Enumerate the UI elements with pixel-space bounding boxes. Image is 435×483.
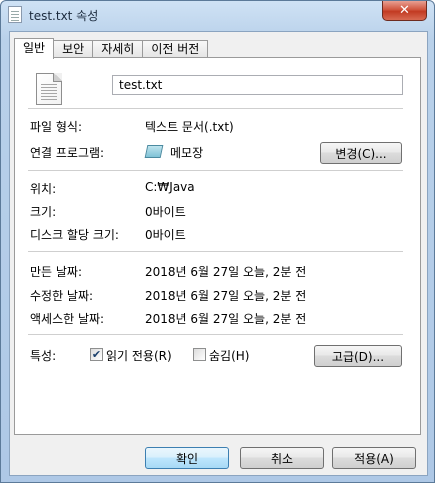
advanced-button[interactable]: 고급(D)... — [314, 345, 402, 367]
opens-with-value: 메모장 — [170, 146, 204, 160]
separator — [28, 170, 403, 171]
window-title: test.txt 속성 — [29, 9, 99, 23]
location-value: C:₩Java — [145, 180, 195, 194]
text-file-icon — [36, 73, 62, 105]
file-name-input[interactable] — [112, 75, 403, 95]
ok-button[interactable]: 확인 — [145, 447, 229, 469]
notepad-icon — [144, 145, 164, 158]
read-only-label[interactable]: 읽기 전용(R) — [106, 347, 172, 364]
hidden-checkbox[interactable] — [193, 348, 206, 361]
tab-general[interactable]: 일반 — [14, 38, 55, 59]
file-type-label: 파일 형식: — [30, 120, 83, 134]
general-tab-panel — [14, 57, 421, 435]
size-on-disk-value: 0바이트 — [145, 228, 186, 242]
close-button[interactable]: ✕ — [382, 1, 427, 21]
modified-label: 수정한 날짜: — [30, 289, 94, 303]
accessed-label: 액세스한 날짜: — [30, 312, 105, 326]
change-button[interactable]: 변경(C)... — [320, 142, 402, 164]
size-label: 크기: — [30, 205, 57, 219]
created-value: 2018년 6월 27일 오늘, 2분 전 — [145, 265, 307, 279]
apply-button[interactable]: 적용(A) — [332, 447, 416, 469]
separator — [28, 334, 403, 335]
hidden-label[interactable]: 숨김(H) — [209, 347, 249, 364]
created-label: 만든 날짜: — [30, 265, 83, 279]
tab-strip: 일반 보안 자세히 이전 버전 — [14, 38, 209, 59]
cancel-button[interactable]: 취소 — [240, 447, 324, 469]
separator — [28, 251, 403, 252]
read-only-checkbox[interactable]: ✔ — [90, 348, 103, 361]
document-icon — [8, 6, 22, 23]
size-on-disk-label: 디스크 할당 크기: — [30, 228, 119, 242]
checkmark-icon: ✔ — [91, 348, 102, 361]
modified-value: 2018년 6월 27일 오늘, 2분 전 — [145, 289, 307, 303]
title-bar[interactable]: test.txt 속성 ✕ — [1, 1, 434, 31]
size-value: 0바이트 — [145, 205, 186, 219]
accessed-value: 2018년 6월 27일 오늘, 2분 전 — [145, 312, 307, 326]
opens-with-label: 연결 프로그램: — [30, 146, 105, 160]
location-label: 위치: — [30, 182, 57, 196]
file-type-value: 텍스트 문서(.txt) — [145, 120, 234, 134]
separator — [28, 108, 403, 109]
attributes-label: 특성: — [30, 349, 57, 363]
